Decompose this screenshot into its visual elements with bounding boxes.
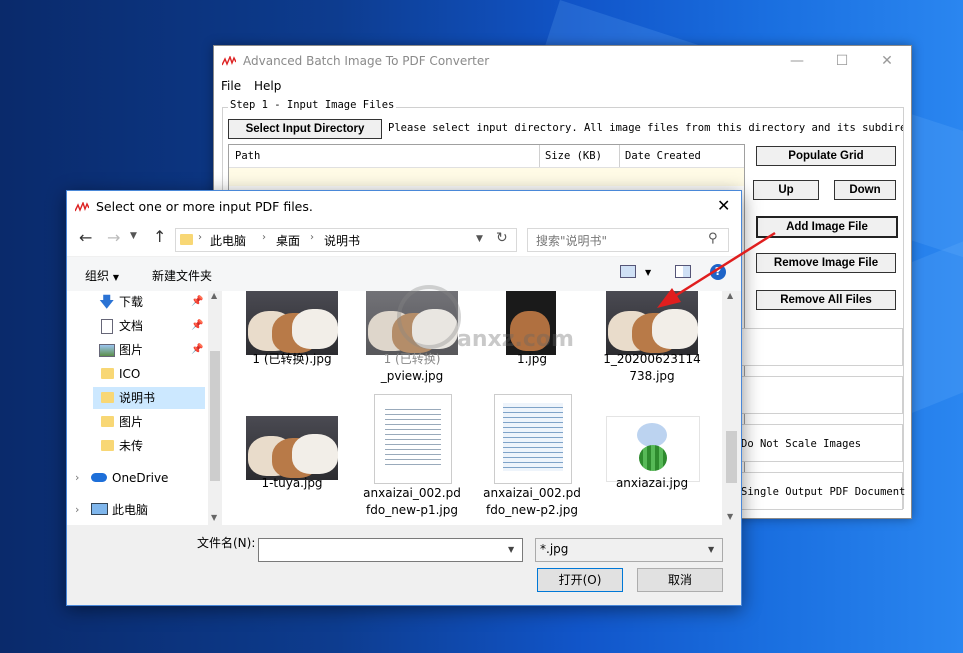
annotation-arrow-icon bbox=[657, 231, 776, 308]
